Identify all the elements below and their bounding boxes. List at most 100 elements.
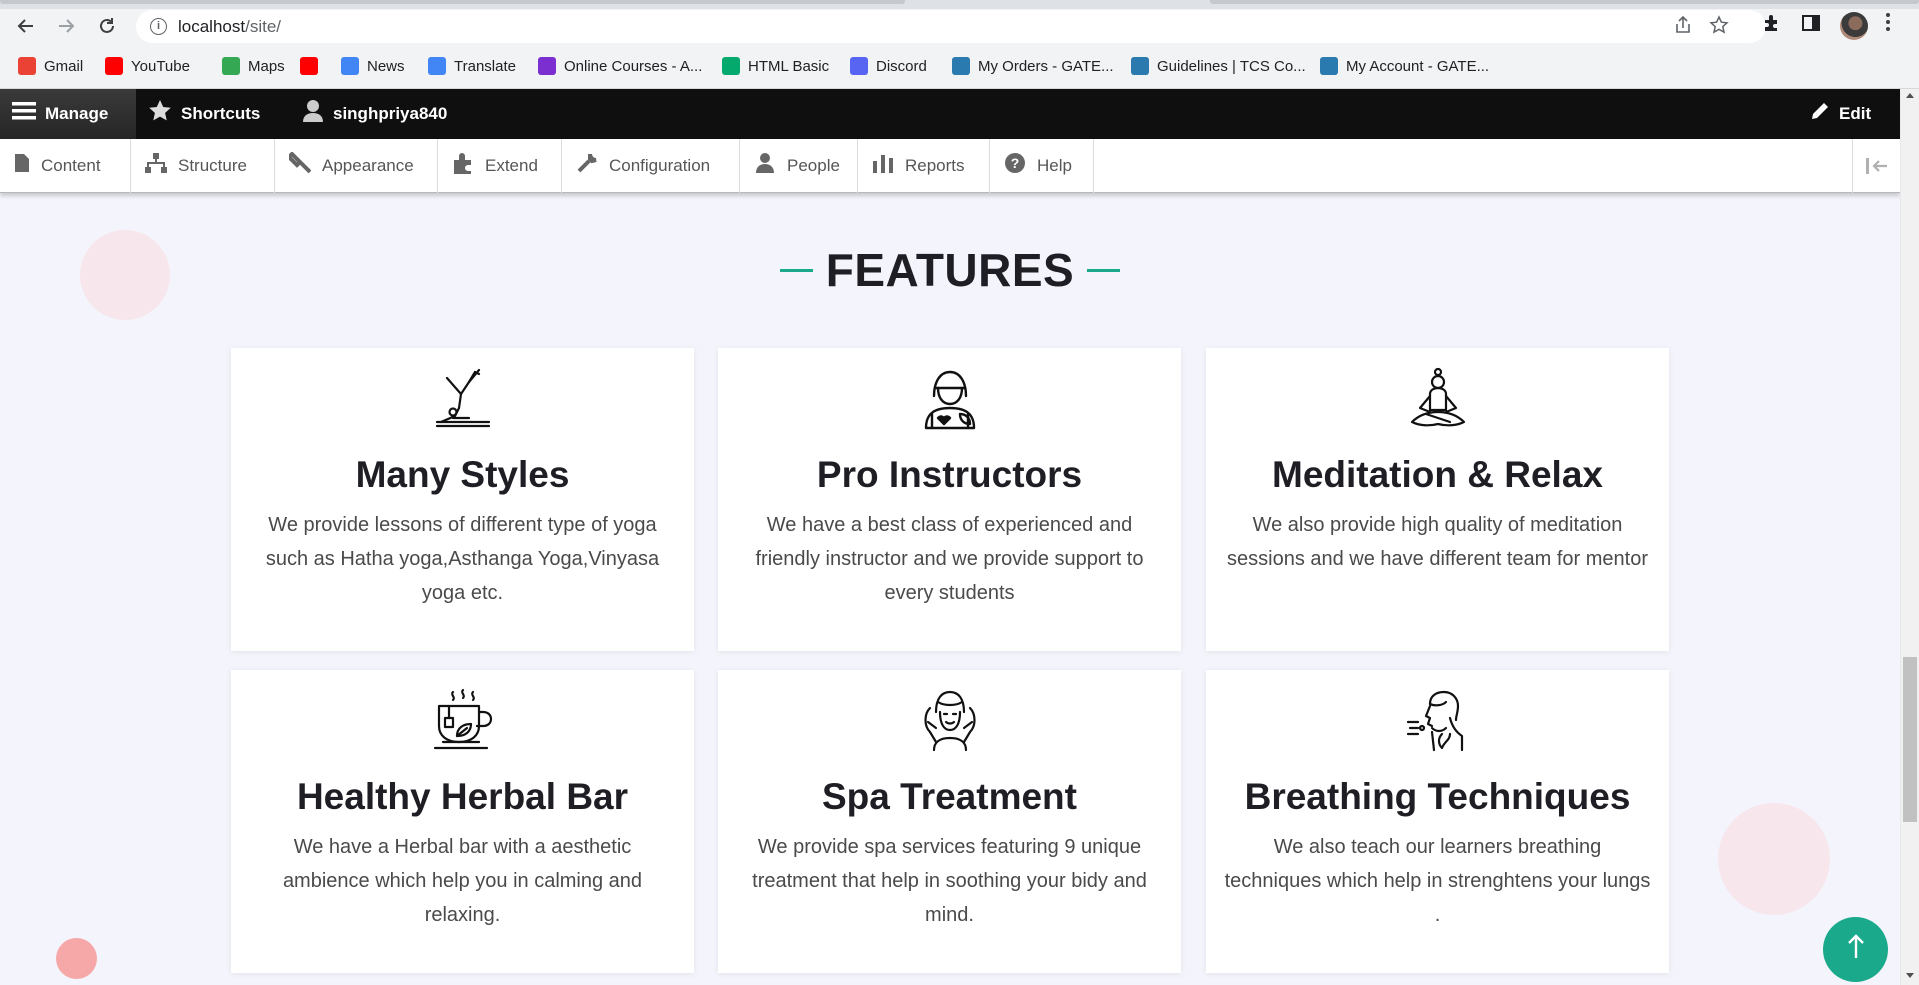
tray-item-label: Help xyxy=(1037,156,1072,175)
user-button[interactable]: singhpriya840 xyxy=(302,89,447,139)
shortcuts-label: Shortcuts xyxy=(181,104,261,123)
card-text: We also teach our learners breathing tec… xyxy=(1224,836,1651,926)
gmail-icon xyxy=(18,57,36,75)
tray-item-label: Reports xyxy=(905,156,965,175)
side-panel-icon[interactable] xyxy=(1801,13,1821,39)
card-title: Pro Instructors xyxy=(816,454,1083,495)
scrollbar-thumb[interactable] xyxy=(1903,657,1917,822)
bookmark-item[interactable]: News xyxy=(341,54,405,78)
feature-card-meditation: Meditation & Relax We also provide high … xyxy=(1206,348,1669,651)
gate-icon xyxy=(1320,57,1338,75)
tab-indicator[interactable] xyxy=(0,0,905,4)
courses-icon xyxy=(538,57,556,75)
feature-card-many-styles: Many Styles We provide lessons of differ… xyxy=(231,348,694,651)
page-scrollbar[interactable] xyxy=(1900,89,1919,985)
configuration-icon xyxy=(576,152,598,180)
bookmark-label: My Account - GATE... xyxy=(1346,57,1490,75)
svg-text:?: ? xyxy=(1011,155,1020,171)
hamburger-icon xyxy=(12,100,36,128)
tab-strip xyxy=(0,0,1919,9)
bookmark-label: YouTube xyxy=(131,57,190,75)
back-arrow-icon[interactable] xyxy=(10,12,42,40)
tray-item-help[interactable]: ? Help xyxy=(990,139,1094,193)
spa-icon xyxy=(918,688,982,752)
edit-button[interactable]: Edit xyxy=(1810,89,1871,139)
features-heading: FEATURES xyxy=(780,243,1120,297)
card-text: We have a best class of experienced and … xyxy=(755,514,1144,604)
forward-arrow-icon[interactable] xyxy=(50,12,82,40)
url-text[interactable]: localhost/site/ xyxy=(178,17,281,37)
bookmark-item[interactable]: Online Courses - A... xyxy=(538,54,702,78)
translate-icon xyxy=(428,57,446,75)
bookmark-item[interactable] xyxy=(300,54,326,78)
bookmark-label: Online Courses - A... xyxy=(564,57,703,75)
appearance-icon xyxy=(286,151,312,180)
bookmark-star-icon[interactable] xyxy=(1709,15,1729,40)
scroll-up-arrow[interactable] xyxy=(1906,93,1914,98)
tray-item-configuration[interactable]: Configuration xyxy=(562,139,740,193)
bookmark-label: Maps xyxy=(248,57,285,75)
title-accent-line xyxy=(1087,268,1120,272)
breathing-icon xyxy=(1406,688,1470,752)
manage-label: Manage xyxy=(45,104,109,123)
tab-indicator[interactable] xyxy=(1210,0,1919,4)
bookmark-item[interactable]: YouTube xyxy=(105,54,190,78)
tray-item-label: Extend xyxy=(485,156,538,175)
admin-tray: Content Structure Appearance Extend Configur… xyxy=(0,139,1900,193)
tcs-icon xyxy=(1131,57,1149,75)
card-title: Many Styles xyxy=(355,454,570,495)
bookmark-label: News xyxy=(367,57,405,75)
manage-button[interactable]: Manage xyxy=(0,89,136,139)
tray-item-content[interactable]: Content xyxy=(0,139,131,193)
bookmark-label: Guidelines | TCS Co... xyxy=(1157,57,1306,75)
tray-item-label: Appearance xyxy=(322,156,414,175)
reload-icon[interactable] xyxy=(91,12,123,40)
tray-item-appearance[interactable]: Appearance xyxy=(275,139,438,193)
bookmark-item[interactable]: My Orders - GATE... xyxy=(952,54,1114,78)
bookmark-item[interactable]: My Account - GATE... xyxy=(1320,54,1489,78)
decorative-circle xyxy=(80,230,170,320)
extensions-icon[interactable] xyxy=(1762,13,1782,39)
tray-item-structure[interactable]: Structure xyxy=(131,139,275,193)
scroll-down-arrow[interactable] xyxy=(1906,973,1914,978)
bookmark-label: Discord xyxy=(876,57,927,75)
shortcuts-button[interactable]: Shortcuts xyxy=(148,89,260,139)
back-to-top-button[interactable] xyxy=(1823,917,1888,982)
bookmark-label: Gmail xyxy=(44,57,84,75)
profile-avatar[interactable] xyxy=(1840,12,1868,40)
bookmark-item[interactable]: Maps xyxy=(222,54,285,78)
pencil-icon xyxy=(1810,101,1830,127)
youtube-icon xyxy=(105,57,123,75)
browser-menu-icon[interactable] xyxy=(1885,12,1891,38)
bookmark-item[interactable]: HTML Basic xyxy=(722,54,829,78)
tray-item-label: Structure xyxy=(178,156,247,175)
title-accent-line xyxy=(780,268,813,272)
tray-item-label: Content xyxy=(41,156,101,175)
feature-card-pro-instructors: Pro Instructors We have a best class of … xyxy=(718,348,1181,651)
feature-card-spa: Spa Treatment We provide spa services fe… xyxy=(718,670,1181,973)
address-bar[interactable]: i localhost/site/ xyxy=(136,10,1766,43)
card-text: We also provide high quality of meditati… xyxy=(1227,514,1648,570)
tray-item-people[interactable]: People xyxy=(740,139,858,193)
feature-card-breathing: Breathing Techniques We also teach our l… xyxy=(1206,670,1669,973)
structure-icon xyxy=(145,153,167,179)
arrow-up-icon xyxy=(1846,933,1866,967)
extend-icon xyxy=(452,152,474,180)
bookmark-item[interactable]: Discord xyxy=(850,54,927,78)
share-icon[interactable] xyxy=(1673,15,1693,40)
browser-chrome: i localhost/site/ Gmail YouTube Maps News Tr… xyxy=(0,0,1919,89)
site-info-icon[interactable]: i xyxy=(150,18,167,35)
edit-label: Edit xyxy=(1839,104,1872,123)
bookmark-item[interactable]: Guidelines | TCS Co... xyxy=(1131,54,1306,78)
card-title: Breathing Techniques xyxy=(1244,776,1631,817)
gate-icon xyxy=(952,57,970,75)
tray-item-reports[interactable]: Reports xyxy=(858,139,990,193)
collapse-tray-icon[interactable] xyxy=(1852,139,1900,193)
bookmark-item[interactable]: Translate xyxy=(428,54,516,78)
tray-item-extend[interactable]: Extend xyxy=(438,139,562,193)
news-icon xyxy=(341,57,359,75)
bookmark-label: HTML Basic xyxy=(748,57,830,75)
reports-icon xyxy=(872,153,894,179)
bookmark-item[interactable]: Gmail xyxy=(18,54,83,78)
card-text: We provide spa services featuring 9 uniq… xyxy=(752,836,1147,926)
